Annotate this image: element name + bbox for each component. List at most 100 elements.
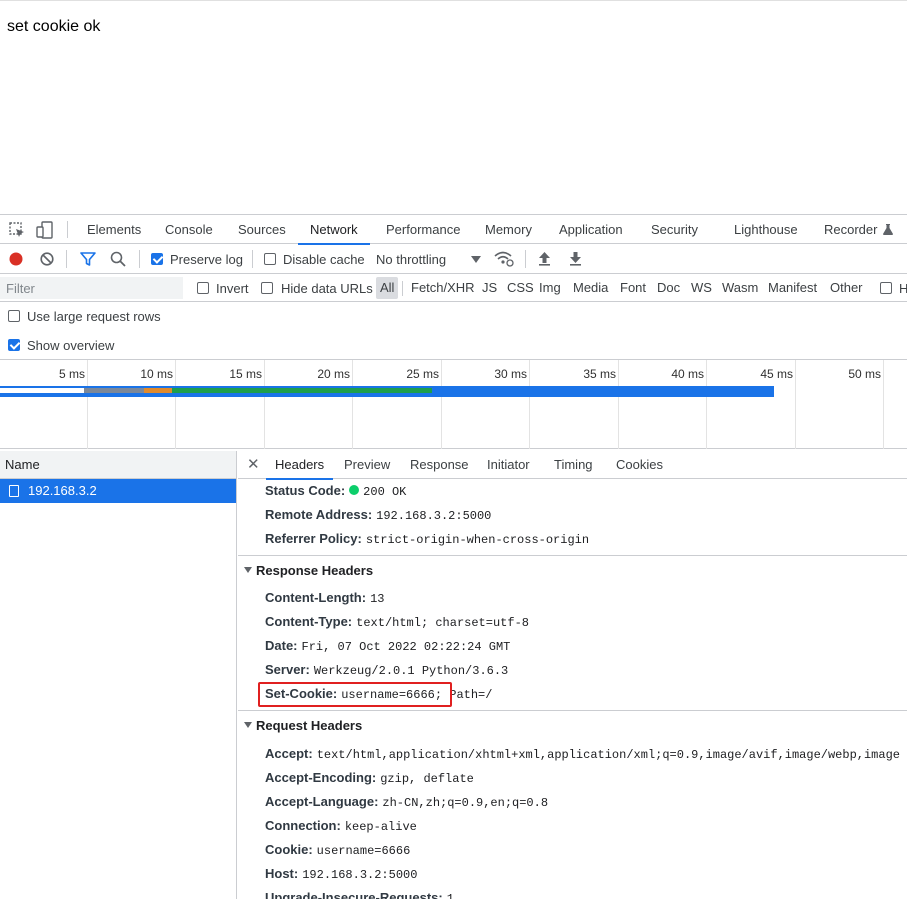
export-har-icon[interactable] xyxy=(569,251,582,266)
type-filter-js[interactable]: JS xyxy=(482,277,497,299)
header-row-content-type: Content-Type: text/html; charset=utf-8 xyxy=(265,612,529,632)
name-column-header[interactable]: Name xyxy=(0,451,236,479)
preserve-log-label[interactable]: Preserve log xyxy=(170,252,243,267)
header-row-status-code: Status Code: 200 OK xyxy=(265,481,406,501)
tab-security[interactable]: Security xyxy=(651,215,698,244)
show-overview-checkbox[interactable] xyxy=(8,339,20,351)
type-filter-fetch-xhr[interactable]: Fetch/XHR xyxy=(411,277,475,299)
header-name: Connection: xyxy=(265,818,341,833)
request-headers-title: Request Headers xyxy=(256,718,363,733)
tab-application[interactable]: Application xyxy=(559,215,623,244)
grid-line xyxy=(441,360,442,449)
type-filter-all[interactable]: All xyxy=(376,277,399,299)
expand-triangle-icon xyxy=(244,722,252,728)
tab-timing[interactable]: Timing xyxy=(554,451,593,479)
tab-recorder-label: Recorder xyxy=(824,222,878,237)
hide-data-urls-checkbox[interactable] xyxy=(261,282,273,294)
header-value: Fri, 07 Oct 2022 02:22:24 GMT xyxy=(301,640,511,654)
type-filter-ws[interactable]: WS xyxy=(691,277,712,299)
preserve-log-checkbox[interactable] xyxy=(151,253,163,265)
grid-line xyxy=(795,360,796,449)
filter-icon[interactable] xyxy=(80,252,96,266)
device-toolbar-icon[interactable] xyxy=(36,221,54,239)
large-rows-label[interactable]: Use large request rows xyxy=(27,309,161,324)
tab-memory[interactable]: Memory xyxy=(485,215,532,244)
disable-cache-label[interactable]: Disable cache xyxy=(283,252,365,267)
type-filter-doc[interactable]: Doc xyxy=(657,277,680,299)
overview-bar-waiting xyxy=(172,388,432,393)
response-headers-section[interactable]: Response Headers xyxy=(244,561,373,581)
grid-line xyxy=(352,360,353,449)
header-name: Cookie: xyxy=(265,842,313,857)
overview-tick: 30 ms xyxy=(494,367,527,381)
tab-initiator[interactable]: Initiator xyxy=(487,451,530,479)
tab-sources[interactable]: Sources xyxy=(238,215,286,244)
has-blocked-cookies-checkbox[interactable] xyxy=(880,282,892,294)
grid-line xyxy=(618,360,619,449)
devtools-panel: Elements Console Sources Network Perform… xyxy=(0,214,907,899)
network-overview[interactable]: 5 ms 10 ms 15 ms 20 ms 25 ms 30 ms 35 ms… xyxy=(0,360,907,449)
record-icon[interactable] xyxy=(9,252,23,266)
network-conditions-icon[interactable] xyxy=(494,250,514,268)
tab-response[interactable]: Response xyxy=(410,451,469,479)
toolbar-divider xyxy=(402,281,403,296)
request-row[interactable]: 192.168.3.2 xyxy=(0,479,236,503)
type-filter-css[interactable]: CSS xyxy=(507,277,534,299)
import-har-icon[interactable] xyxy=(538,251,551,266)
header-row-date: Date: Fri, 07 Oct 2022 02:22:24 GMT xyxy=(265,636,510,656)
tab-recorder[interactable]: Recorder xyxy=(824,215,894,244)
has-blocked-cookies-label[interactable]: H xyxy=(899,281,907,296)
filter-bar: Invert Hide data URLs All Fetch/XHR JS C… xyxy=(0,274,907,302)
clear-icon[interactable] xyxy=(40,252,54,266)
experiment-flask-icon xyxy=(883,224,894,235)
disable-cache-checkbox[interactable] xyxy=(264,253,276,265)
request-headers-section[interactable]: Request Headers xyxy=(244,716,362,736)
tab-headers[interactable]: Headers xyxy=(265,451,334,480)
overview-bar-gap xyxy=(0,388,84,393)
inspect-element-icon[interactable] xyxy=(8,221,26,239)
request-list: Name 192.168.3.2 xyxy=(0,451,237,899)
large-rows-checkbox[interactable] xyxy=(8,310,20,322)
search-icon[interactable] xyxy=(110,251,126,267)
type-filter-img[interactable]: Img xyxy=(539,277,561,299)
grid-line xyxy=(706,360,707,449)
request-details: ✕ Headers Preview Response Initiator Tim… xyxy=(238,451,907,899)
show-overview-option: Show overview xyxy=(0,331,907,360)
invert-label[interactable]: Invert xyxy=(216,281,249,296)
toolbar-divider xyxy=(66,250,67,268)
overview-tick: 45 ms xyxy=(760,367,793,381)
tab-console[interactable]: Console xyxy=(165,215,213,244)
inspected-page: set cookie ok xyxy=(0,0,907,214)
section-divider xyxy=(238,555,907,556)
devtools-tab-strip: Elements Console Sources Network Perform… xyxy=(0,215,907,245)
type-filter-other[interactable]: Other xyxy=(830,277,863,299)
tab-preview[interactable]: Preview xyxy=(344,451,390,479)
invert-checkbox[interactable] xyxy=(197,282,209,294)
details-tab-strip: ✕ Headers Preview Response Initiator Tim… xyxy=(238,451,907,480)
toolbar-divider xyxy=(67,221,68,238)
show-overview-label[interactable]: Show overview xyxy=(27,338,114,353)
tab-lighthouse[interactable]: Lighthouse xyxy=(734,215,798,244)
toolbar-divider xyxy=(252,250,253,268)
response-headers-title: Response Headers xyxy=(256,563,374,578)
tab-performance[interactable]: Performance xyxy=(386,215,460,244)
header-row-cookie: Cookie: username=6666 xyxy=(265,840,410,860)
tab-network[interactable]: Network xyxy=(298,215,370,245)
type-filter-media[interactable]: Media xyxy=(573,277,608,299)
toolbar-divider xyxy=(525,250,526,268)
grid-line xyxy=(264,360,265,449)
overview-tick: 15 ms xyxy=(229,367,262,381)
tab-cookies[interactable]: Cookies xyxy=(616,451,663,479)
chevron-down-icon[interactable] xyxy=(471,256,481,263)
close-icon[interactable]: ✕ xyxy=(247,451,260,479)
type-filter-font[interactable]: Font xyxy=(620,277,646,299)
header-row-server: Server: Werkzeug/2.0.1 Python/3.6.3 xyxy=(265,660,508,680)
type-filter-manifest[interactable]: Manifest xyxy=(768,277,817,299)
header-row-connection: Connection: keep-alive xyxy=(265,816,417,836)
throttling-select[interactable]: No throttling xyxy=(376,252,446,267)
type-filter-wasm[interactable]: Wasm xyxy=(722,277,758,299)
tab-elements[interactable]: Elements xyxy=(87,215,141,244)
hide-data-urls-label[interactable]: Hide data URLs xyxy=(281,281,373,296)
grid-line xyxy=(883,360,884,449)
filter-input[interactable] xyxy=(0,277,183,299)
